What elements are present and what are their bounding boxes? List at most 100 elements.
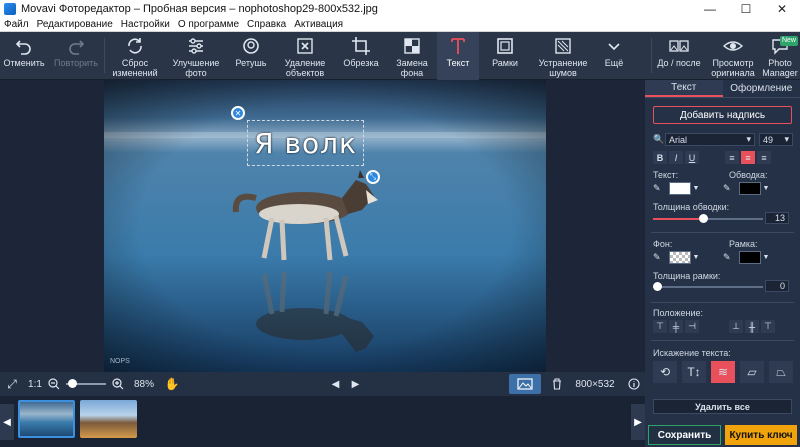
before-after-button[interactable]: До / после <box>652 32 706 80</box>
align-left-button[interactable]: ≡ <box>725 151 739 164</box>
align-top-left-icon[interactable]: ⊤ <box>653 320 667 333</box>
outline-thickness-input[interactable]: 13 <box>765 212 789 224</box>
undo-icon <box>15 40 31 55</box>
bold-button[interactable]: B <box>653 151 667 164</box>
zoom-level: 88% <box>133 378 154 390</box>
align-right-button[interactable]: ≡ <box>757 151 771 164</box>
canvas-area[interactable]: Я волк ✕ ⤡ NOPS <box>0 80 645 372</box>
zoom-slider[interactable] <box>66 379 106 388</box>
distortion-label: Искажение текста: <box>653 348 731 358</box>
toolbar: Отменить Повторить Сброс изменений Улучш… <box>0 32 800 80</box>
eyedropper-icon[interactable]: ✎ <box>723 183 739 194</box>
replace-background-button[interactable]: Замена фона <box>387 32 437 80</box>
text-overlay-box[interactable]: Я волк <box>247 120 364 166</box>
chevron-down-icon[interactable]: ▼ <box>761 251 771 264</box>
eyedropper-icon[interactable]: ✎ <box>723 252 739 263</box>
menu-file[interactable]: Файл <box>0 19 33 30</box>
rotate-distortion-icon[interactable]: ⟲ <box>653 361 677 383</box>
more-button[interactable]: Ещё <box>595 32 633 80</box>
filmstrip-toggle-icon[interactable] <box>509 374 541 394</box>
delete-all-button[interactable]: Удалить все <box>653 399 792 414</box>
buy-key-button[interactable]: Купить ключ <box>725 425 797 445</box>
undo-button[interactable]: Отменить <box>0 32 48 80</box>
align-middle-icon[interactable]: ╫ <box>745 320 759 333</box>
save-button[interactable]: Сохранить <box>648 425 721 445</box>
font-row: 🔍 Arial ▾ 49 ▾ <box>653 133 793 146</box>
background-color-swatch[interactable] <box>669 251 691 264</box>
next-image-button[interactable]: ▶ <box>346 379 366 390</box>
menu-activation[interactable]: Активация <box>290 19 347 30</box>
underline-button[interactable]: U <box>685 151 699 164</box>
photo-canvas[interactable]: Я волк ✕ ⤡ NOPS <box>104 80 546 372</box>
trash-icon[interactable] <box>547 378 567 390</box>
chevron-down-icon[interactable]: ▼ <box>691 182 701 195</box>
remove-objects-icon <box>297 38 313 54</box>
font-select[interactable]: Arial ▾ <box>665 133 755 146</box>
filmstrip-left-arrow[interactable]: ◀ <box>0 404 14 440</box>
chevron-down-icon[interactable]: ▼ <box>691 251 701 264</box>
zoom-out-icon[interactable] <box>46 378 62 390</box>
outline-thickness-slider[interactable] <box>653 214 763 223</box>
frame-color-swatch[interactable] <box>739 251 761 264</box>
one-to-one-button[interactable]: 1:1 <box>24 379 46 390</box>
text-color-label: Текст: <box>653 170 679 180</box>
tab-style[interactable]: Оформление <box>723 80 800 97</box>
tab-text[interactable]: Текст <box>645 80 723 97</box>
align-right-icon[interactable]: ⊣ <box>685 320 699 333</box>
previous-image-button[interactable]: ◀ <box>326 379 346 390</box>
menu-help[interactable]: Справка <box>243 19 290 30</box>
menu-settings[interactable]: Настройки <box>117 19 174 30</box>
text-color-swatch[interactable] <box>669 182 691 195</box>
frame-thickness-label: Толщина рамки: <box>653 271 721 281</box>
align-center-horizontal-icon[interactable]: ╪ <box>669 320 683 333</box>
reset-button[interactable]: Сброс изменений <box>105 32 165 80</box>
align-center-button[interactable]: ≡ <box>741 151 755 164</box>
photo-manager-button[interactable]: Photo Manager New <box>760 32 800 80</box>
menu-edit[interactable]: Редактирование <box>33 19 117 30</box>
resize-rotate-handle[interactable]: ⤡ <box>366 170 380 184</box>
fit-screen-button[interactable]: ⤢ <box>0 377 24 392</box>
chevron-down-icon[interactable]: ▼ <box>761 182 771 195</box>
outline-color-swatch[interactable] <box>739 182 761 195</box>
zoom-in-icon[interactable] <box>110 378 126 390</box>
outline-slider-fill <box>653 218 703 220</box>
enhance-button[interactable]: Улучшение фото <box>165 32 227 80</box>
text-overlay[interactable]: Я волк <box>254 127 357 160</box>
perspective-distortion-icon[interactable]: ⏢ <box>769 361 793 383</box>
frame-thickness-input[interactable]: 0 <box>765 280 789 292</box>
thumbnail-wolf[interactable] <box>18 400 75 438</box>
text-button[interactable]: Текст <box>437 32 479 80</box>
frame-thickness-slider[interactable] <box>653 282 763 291</box>
crop-button[interactable]: Обрезка <box>335 32 387 80</box>
menu-about[interactable]: О программе <box>174 19 243 30</box>
hand-tool-icon[interactable]: ✋ <box>162 377 182 391</box>
minimize-button[interactable]: — <box>692 0 728 18</box>
eyedropper-icon[interactable]: ✎ <box>653 252 669 263</box>
vertical-distortion-icon[interactable]: T↕ <box>682 361 706 383</box>
font-size-select[interactable]: 49 ▾ <box>759 133 793 146</box>
info-icon[interactable] <box>623 378 645 390</box>
remove-objects-button[interactable]: Удаление объектов <box>275 32 335 80</box>
eyedropper-icon[interactable]: ✎ <box>653 183 669 194</box>
preview-original-button[interactable]: Просмотр оригинала <box>706 32 760 80</box>
position-label: Положение: <box>653 308 704 318</box>
delete-text-handle[interactable]: ✕ <box>231 106 245 120</box>
close-button[interactable]: ✕ <box>764 0 800 18</box>
wave-distortion-icon[interactable]: ≋ <box>711 361 735 383</box>
align-bottom-icon[interactable]: ⊤ <box>761 320 775 333</box>
outline-slider-knob[interactable] <box>698 214 708 223</box>
denoise-button[interactable]: Устранение шумов <box>531 32 595 80</box>
frames-button[interactable]: Рамки <box>479 32 531 80</box>
slant-distortion-icon[interactable]: ▱ <box>740 361 764 383</box>
thumbnail-eagle[interactable] <box>80 400 137 438</box>
filmstrip-right-arrow[interactable]: ▶ <box>631 404 645 440</box>
maximize-button[interactable]: ☐ <box>728 0 764 18</box>
redo-button[interactable]: Повторить <box>48 32 104 80</box>
add-caption-button[interactable]: Добавить надпись <box>653 106 792 124</box>
title-bar: Movavi Фоторедактор – Пробная версия – n… <box>0 0 800 18</box>
align-top-icon[interactable]: ⊥ <box>729 320 743 333</box>
frame-slider-knob[interactable] <box>653 282 662 291</box>
italic-button[interactable]: I <box>669 151 683 164</box>
zoom-slider-knob[interactable] <box>68 379 77 388</box>
retouch-button[interactable]: Ретушь <box>227 32 275 80</box>
